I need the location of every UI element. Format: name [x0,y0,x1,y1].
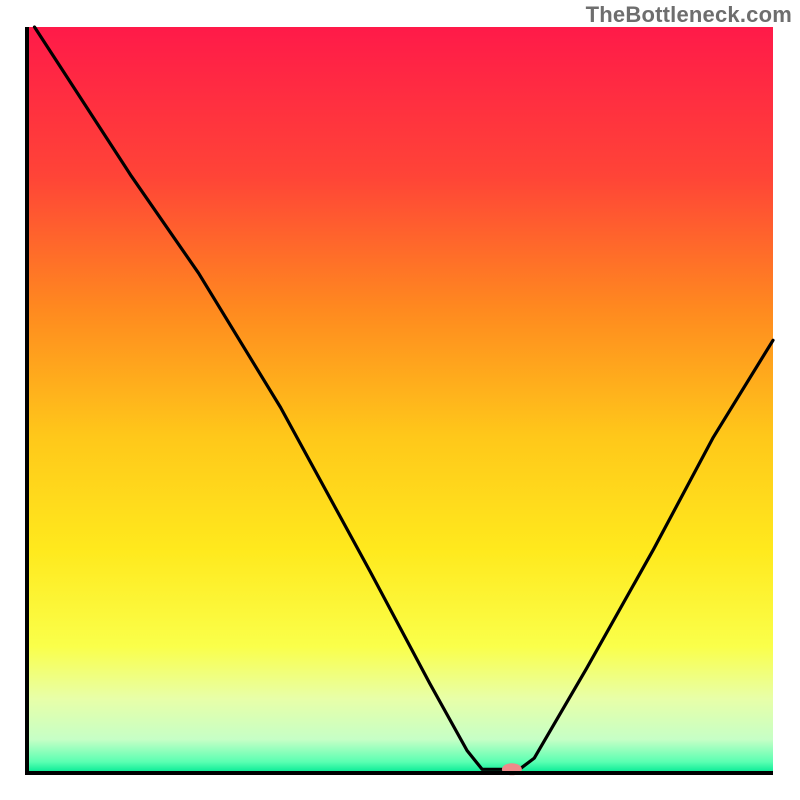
bottleneck-curve-chart [0,0,800,800]
watermark-text: TheBottleneck.com [586,2,792,28]
chart-container: TheBottleneck.com [0,0,800,800]
plot-background [27,27,773,773]
